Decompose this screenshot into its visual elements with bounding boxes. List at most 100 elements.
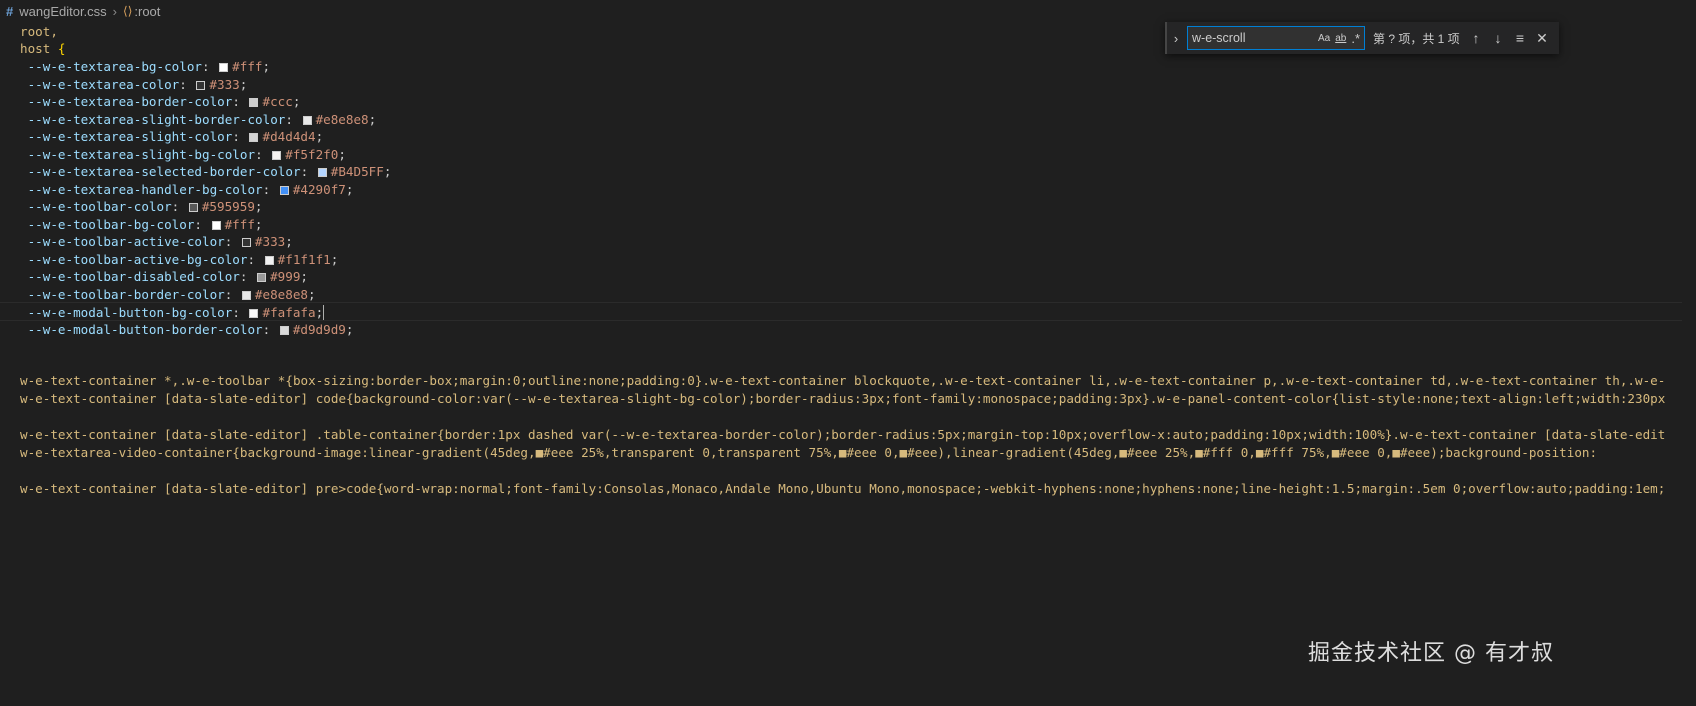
css-variable-line: --w-e-textarea-handler-bg-color: #4290f7… [20, 180, 354, 199]
code-editor[interactable]: root, host { --w-e-textarea-bg-color: #f… [0, 22, 1696, 706]
css-variable-line: --w-e-textarea-slight-bg-color: #f5f2f0; [20, 145, 346, 164]
color-swatch-icon[interactable] [241, 238, 251, 247]
css-variable-line: --w-e-toolbar-border-color: #e8e8e8; [20, 285, 316, 304]
colon: : [247, 251, 263, 267]
variable-value: #333 [254, 234, 286, 249]
css-variable-line: --w-e-textarea-selected-border-color: #B… [20, 162, 392, 181]
semicolon: ; [315, 305, 324, 320]
watermark: 掘金技术社区 @ 有才叔 [1308, 641, 1554, 666]
semicolon: ; [315, 129, 324, 144]
color-swatch-icon[interactable] [279, 185, 289, 195]
whole-word-icon[interactable]: ab [1335, 33, 1346, 44]
find-widget: › w-e-scroll Aa ab .* 第 ? 项，共 1 项 ↑ ↓ ≡ … [1165, 22, 1559, 54]
color-swatch-icon[interactable] [272, 150, 282, 160]
colon: : [224, 286, 240, 302]
color-swatch-icon[interactable] [219, 63, 229, 72]
selector-symbol-icon: ⟨⟩ [123, 4, 133, 18]
colon: : [255, 146, 271, 162]
semicolon: ; [307, 286, 316, 302]
variable-name: --w-e-textarea-slight-bg-color [27, 146, 256, 162]
variable-name: --w-e-textarea-color [27, 76, 180, 92]
css-variable-line: --w-e-textarea-border-color: #ccc; [20, 92, 301, 111]
css-variable-line: --w-e-modal-button-bg-color: #fafafa; [0, 302, 1696, 321]
minified-css-line: w-e-text-container *,.w-e-toolbar *{box-… [20, 373, 1666, 388]
css-variable-line: --w-e-textarea-bg-color: #fff; [20, 57, 271, 76]
previous-match-arrow-up-icon[interactable]: ↑ [1465, 30, 1487, 46]
find-result-count: 第 ? 项，共 1 项 [1373, 31, 1460, 46]
semicolon: ; [330, 251, 339, 267]
color-swatch-icon[interactable] [188, 203, 198, 212]
variable-name: --w-e-textarea-slight-color [27, 129, 233, 144]
colon: : [194, 216, 210, 232]
css-hash-icon: # [6, 3, 14, 19]
breadcrumb-file[interactable]: wangEditor.css [19, 4, 106, 19]
minified-css-line: w-e-text-container [data-slate-editor] p… [20, 481, 1666, 496]
variable-name: --w-e-modal-button-border-color [27, 321, 263, 337]
colon: : [232, 305, 248, 320]
variable-name: --w-e-textarea-selected-border-color [27, 164, 301, 179]
variable-value: #999 [270, 269, 301, 284]
color-swatch-icon[interactable] [241, 290, 251, 300]
toggle-replace-chevron-icon[interactable]: › [1167, 31, 1185, 46]
variable-name: --w-e-textarea-bg-color [27, 59, 202, 74]
semicolon: ; [300, 269, 309, 284]
color-swatch-icon[interactable] [211, 220, 221, 230]
variable-name: --w-e-toolbar-active-bg-color [27, 251, 248, 267]
selector-text: host [20, 41, 58, 56]
find-input[interactable]: w-e-scroll Aa ab .* [1187, 26, 1365, 50]
minified-css-line: w-e-text-container [data-slate-editor] .… [20, 427, 1666, 442]
color-swatch-icon[interactable] [279, 325, 289, 335]
vertical-scrollbar[interactable] [1682, 22, 1696, 706]
semicolon: ; [368, 111, 377, 127]
color-swatch-icon[interactable] [317, 168, 327, 177]
variable-name: --w-e-modal-button-bg-color [27, 305, 233, 320]
semicolon: ; [345, 181, 354, 197]
variable-value: #f1f1f1 [277, 251, 331, 267]
variable-value: #ccc [262, 94, 293, 109]
color-swatch-icon[interactable] [249, 309, 259, 318]
variable-value: #B4D5FF [330, 164, 384, 179]
variable-value: #d9d9d9 [292, 321, 346, 337]
semicolon: ; [285, 234, 293, 249]
color-swatch-icon[interactable] [249, 98, 259, 107]
color-swatch-icon[interactable] [196, 80, 206, 90]
variable-value: #d4d4d4 [262, 129, 316, 144]
minified-css-line: w-e-textarea-video-container{background-… [20, 445, 1598, 460]
variable-value: #4290f7 [292, 181, 346, 197]
css-variable-line: --w-e-textarea-slight-color: #d4d4d4; [20, 127, 324, 146]
find-in-selection-icon[interactable]: ≡ [1509, 30, 1531, 46]
variable-name: --w-e-toolbar-border-color [27, 286, 225, 302]
colon: : [239, 269, 256, 284]
open-brace: { [57, 41, 66, 56]
next-match-arrow-down-icon[interactable]: ↓ [1487, 30, 1509, 46]
color-swatch-icon[interactable] [302, 115, 312, 125]
colon: : [232, 94, 248, 109]
colon: : [285, 111, 301, 127]
variable-name: --w-e-textarea-slight-border-color [27, 111, 286, 127]
color-swatch-icon[interactable] [249, 133, 259, 142]
colon: : [179, 76, 195, 92]
breadcrumb-symbol[interactable]: :root [134, 4, 160, 19]
colon: : [262, 321, 278, 337]
css-variable-line: --w-e-toolbar-color: #595959; [20, 197, 263, 216]
regex-icon[interactable]: .* [1351, 31, 1360, 46]
close-icon[interactable]: ✕ [1531, 30, 1553, 47]
match-case-icon[interactable]: Aa [1318, 33, 1330, 44]
css-variable-line: --w-e-textarea-color: #333; [20, 75, 248, 94]
variable-name: --w-e-toolbar-disabled-color [27, 269, 240, 284]
text-cursor [323, 305, 325, 320]
css-variable-line: --w-e-toolbar-active-color: #333; [20, 232, 293, 251]
find-query[interactable]: w-e-scroll [1192, 31, 1313, 45]
variable-name: --w-e-toolbar-color [27, 199, 172, 214]
minified-css-line: w-e-text-container [data-slate-editor] c… [20, 391, 1666, 406]
variable-value: #fafafa [262, 305, 316, 320]
semicolon: ; [262, 59, 271, 74]
semicolon: ; [338, 146, 346, 162]
color-swatch-icon[interactable] [264, 255, 274, 265]
css-variable-line: --w-e-textarea-slight-border-color: #e8e… [20, 110, 377, 129]
chevron-right-icon: › [112, 3, 118, 19]
variable-value: #f5f2f0 [285, 146, 339, 162]
color-swatch-icon[interactable] [257, 273, 267, 282]
semicolon: ; [345, 321, 354, 337]
css-variable-line: --w-e-toolbar-disabled-color: #999; [20, 267, 308, 286]
